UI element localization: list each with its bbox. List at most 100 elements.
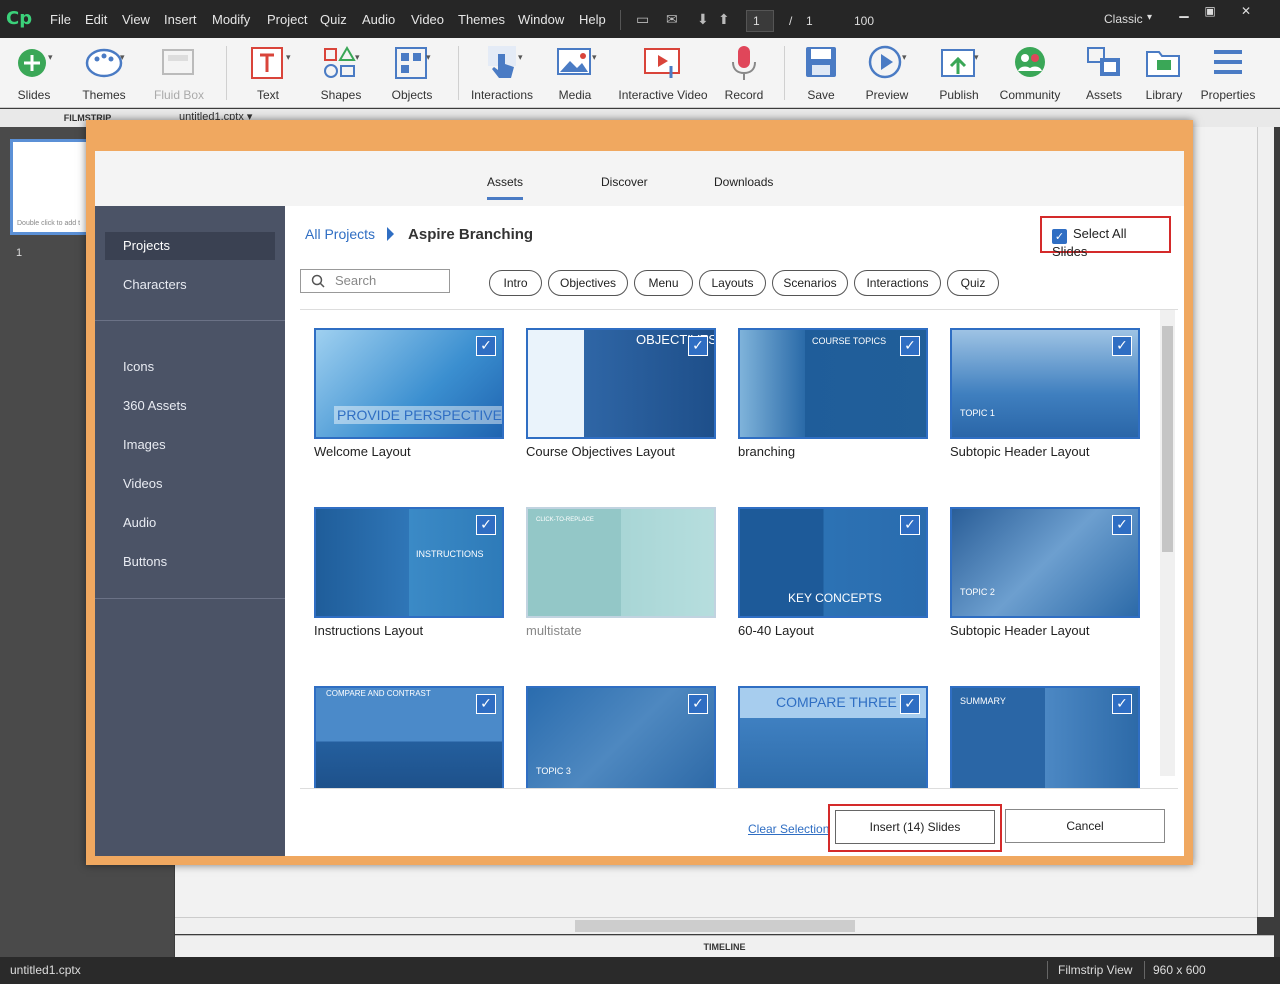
workspace-switcher[interactable]: Classic (1104, 12, 1143, 26)
menu-window[interactable]: Window (518, 12, 564, 27)
breadcrumb-all-projects[interactable]: All Projects (305, 226, 375, 242)
menu-audio[interactable]: Audio (362, 12, 395, 27)
slide-thumbnail-image[interactable]: PROVIDE PERSPECTIVE ✓ (314, 328, 504, 439)
comment-icon[interactable]: ▭ (636, 11, 649, 28)
thumb-checkbox-checked-icon[interactable]: ✓ (1112, 336, 1132, 356)
thumb-checkbox-checked-icon[interactable]: ✓ (1112, 515, 1132, 535)
thumb-card[interactable]: CLICK-TO-REPLACE multistate (526, 507, 716, 638)
timeline-panel[interactable]: TIMELINE (175, 935, 1274, 957)
filter-intro[interactable]: Intro (489, 270, 542, 296)
arrow-down-icon[interactable]: ⬇ (697, 11, 709, 28)
properties-button[interactable]: Properties (1200, 44, 1256, 104)
clear-selection-link[interactable]: Clear Selection (748, 822, 829, 836)
slide-thumbnail-image[interactable]: KEY CONCEPTS ✓ (738, 507, 928, 618)
filter-interactions[interactable]: Interactions (854, 270, 941, 296)
mail-icon[interactable]: ✉ (666, 11, 678, 28)
tab-assets[interactable]: Assets (487, 175, 524, 200)
interactions-button[interactable]: Interactions (470, 44, 534, 104)
thumb-checkbox-checked-icon[interactable]: ✓ (476, 336, 496, 356)
thumb-card[interactable]: KEY CONCEPTS ✓ 60-40 Layout (738, 507, 928, 638)
media-chevron-icon[interactable]: ▾ (592, 52, 597, 63)
select-all-slides-checkbox[interactable]: ✓ Select All Slides (1040, 216, 1171, 259)
sidebar-item-projects[interactable]: Projects (105, 232, 275, 260)
thumb-checkbox-checked-icon[interactable]: ✓ (688, 336, 708, 356)
tab-discover[interactable]: Discover (601, 175, 648, 189)
menu-modify[interactable]: Modify (212, 12, 250, 27)
thumb-checkbox-checked-icon[interactable]: ✓ (900, 694, 920, 714)
menu-quiz[interactable]: Quiz (320, 12, 347, 27)
menu-insert[interactable]: Insert (164, 12, 197, 27)
scroll-thumb[interactable] (575, 920, 855, 932)
interactions-chevron-icon[interactable]: ▾ (518, 52, 523, 63)
filter-scenarios[interactable]: Scenarios (772, 270, 848, 296)
slide-thumbnail-image[interactable]: CLICK-TO-REPLACE (526, 507, 716, 618)
chevron-down-icon[interactable]: ▾ (1147, 12, 1152, 23)
page-number-field[interactable]: 1 (746, 10, 774, 32)
menu-view[interactable]: View (122, 12, 150, 27)
thumb-card[interactable]: PROVIDE PERSPECTIVE ✓ Welcome Layout (314, 328, 504, 459)
slides-chevron-icon[interactable]: ▾ (48, 52, 53, 63)
grid-scrollbar[interactable] (1160, 310, 1175, 776)
thumb-card[interactable]: TOPIC 3 ✓ (526, 686, 716, 788)
minimize-icon[interactable]: ▁ (1170, 4, 1198, 20)
thumb-checkbox-checked-icon[interactable]: ✓ (1112, 694, 1132, 714)
thumb-checkbox-checked-icon[interactable]: ✓ (900, 515, 920, 535)
community-button[interactable]: Community (998, 44, 1062, 104)
thumb-checkbox-checked-icon[interactable]: ✓ (476, 694, 496, 714)
filter-layouts[interactable]: Layouts (699, 270, 766, 296)
tab-downloads[interactable]: Downloads (714, 175, 773, 189)
search-input[interactable]: Search (300, 269, 450, 293)
slide-thumbnail-image[interactable]: SUMMARY ✓ (950, 686, 1140, 788)
menu-help[interactable]: Help (579, 12, 606, 27)
stage-horizontal-scrollbar[interactable] (175, 917, 1257, 934)
menu-edit[interactable]: Edit (85, 12, 107, 27)
thumb-card[interactable]: COMPARE AND CONTRAST ✓ (314, 686, 504, 788)
cancel-button[interactable]: Cancel (1005, 809, 1165, 843)
slide-thumbnail-image[interactable]: OBJECTIVES ✓ (526, 328, 716, 439)
thumb-checkbox-checked-icon[interactable]: ✓ (688, 694, 708, 714)
insert-slides-button[interactable]: Insert (14) Slides (835, 810, 995, 844)
slide-thumbnail-image[interactable]: COMPARE THREE ✓ (738, 686, 928, 788)
thumb-card[interactable]: COURSE TOPICS ✓ branching (738, 328, 928, 459)
record-button[interactable]: Record (722, 44, 766, 104)
preview-chevron-icon[interactable]: ▾ (902, 52, 907, 63)
filter-quiz[interactable]: Quiz (947, 270, 999, 296)
maximize-icon[interactable]: ▣ (1196, 4, 1224, 20)
publish-chevron-icon[interactable]: ▾ (974, 52, 979, 63)
menu-video[interactable]: Video (411, 12, 444, 27)
sidebar-item-360-assets[interactable]: 360 Assets (105, 392, 275, 420)
slide-thumbnail-image[interactable]: TOPIC 1 ✓ (950, 328, 1140, 439)
sidebar-item-icons[interactable]: Icons (105, 353, 275, 381)
slide-thumbnail-image[interactable]: TOPIC 2 ✓ (950, 507, 1140, 618)
menu-file[interactable]: File (50, 12, 71, 27)
themes-chevron-icon[interactable]: ▾ (120, 52, 125, 63)
filter-objectives[interactable]: Objectives (548, 270, 628, 296)
slide-thumbnail[interactable]: Double click to add t (10, 139, 94, 235)
slide-thumbnail-image[interactable]: COMPARE AND CONTRAST ✓ (314, 686, 504, 788)
thumb-card[interactable]: OBJECTIVES ✓ Course Objectives Layout (526, 328, 716, 459)
text-chevron-icon[interactable]: ▾ (286, 52, 291, 63)
slide-thumbnail-image[interactable]: COURSE TOPICS ✓ (738, 328, 928, 439)
checkbox-checked-icon[interactable]: ✓ (1052, 229, 1067, 244)
assets-button[interactable]: Assets (1082, 44, 1126, 104)
slide-thumbnail-image[interactable]: TOPIC 3 ✓ (526, 686, 716, 788)
thumb-card[interactable]: TOPIC 2 ✓ Subtopic Header Layout (950, 507, 1140, 638)
thumb-card[interactable]: SUMMARY ✓ (950, 686, 1140, 788)
shapes-chevron-icon[interactable]: ▾ (355, 52, 360, 63)
sidebar-item-buttons[interactable]: Buttons (105, 548, 275, 576)
sidebar-item-audio[interactable]: Audio (105, 509, 275, 537)
filter-menu[interactable]: Menu (634, 270, 693, 296)
objects-chevron-icon[interactable]: ▾ (426, 52, 431, 63)
close-icon[interactable]: ✕ (1232, 4, 1260, 20)
thumb-checkbox-checked-icon[interactable]: ✓ (476, 515, 496, 535)
menu-project[interactable]: Project (267, 12, 307, 27)
save-button[interactable]: Save (798, 44, 844, 104)
sidebar-item-images[interactable]: Images (105, 431, 275, 459)
interactive-video-button[interactable]: Interactive Video (618, 44, 708, 104)
grid-scroll-thumb[interactable] (1162, 326, 1173, 552)
arrow-up-icon[interactable]: ⬆ (718, 11, 730, 28)
sidebar-item-videos[interactable]: Videos (105, 470, 275, 498)
sidebar-item-characters[interactable]: Characters (105, 271, 275, 299)
menu-themes[interactable]: Themes (458, 12, 505, 27)
thumb-checkbox-checked-icon[interactable]: ✓ (900, 336, 920, 356)
